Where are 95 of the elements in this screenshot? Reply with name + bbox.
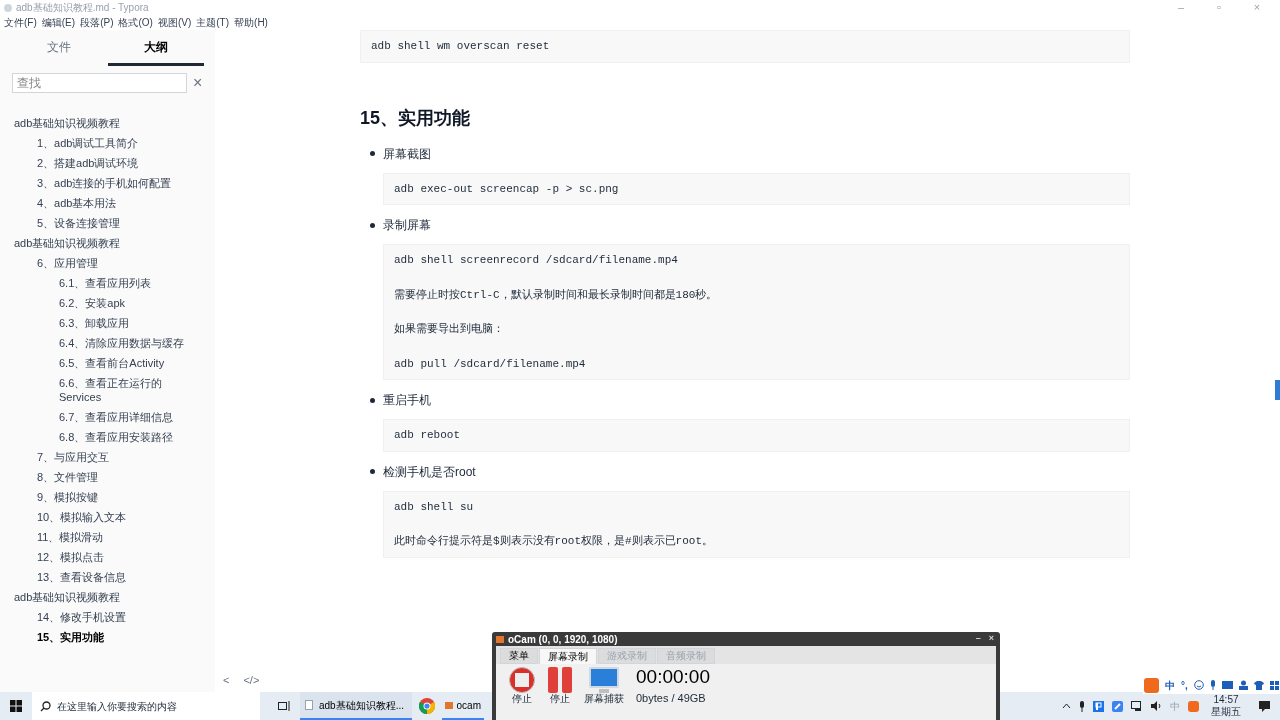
- code-line: 此时命令行提示符是$则表示没有root权限，是#则表示已root。: [394, 534, 714, 549]
- list-item: 屏幕截图: [383, 145, 431, 163]
- sidebar-tab[interactable]: 大纲: [107, 30, 204, 66]
- code-line: adb exec-out screencap -p > sc.png: [394, 181, 620, 197]
- chevron-up-icon[interactable]: [1062, 703, 1071, 709]
- outline-item[interactable]: 9、模拟按键: [0, 487, 215, 507]
- scrollbar-marker: [1275, 380, 1280, 400]
- clear-button[interactable]: ×: [193, 75, 203, 91]
- clock-time[interactable]: 14:57: [1213, 694, 1239, 706]
- microphone-icon[interactable]: [1079, 700, 1085, 712]
- sidebar-tab[interactable]: 文件: [11, 30, 108, 66]
- parking-app-icon[interactable]: [1093, 700, 1104, 712]
- code-line: 如果需要导出到电脑：: [394, 322, 505, 337]
- code-line: adb shell su: [394, 499, 475, 515]
- outline-item[interactable]: 6.4、清除应用数据与缓存: [0, 333, 215, 353]
- menu-item[interactable]: 主题(T): [196, 15, 230, 30]
- outline-item[interactable]: 8、文件管理: [0, 467, 215, 487]
- input-method-button[interactable]: °,: [1181, 677, 1188, 693]
- search-field[interactable]: 查找: [12, 73, 187, 93]
- window-title: oCam (0, 0, 1920, 1080): [508, 632, 618, 647]
- taskbar-app-label: ocam: [456, 698, 481, 713]
- taskbar-app[interactable]: ocam: [442, 692, 484, 720]
- outline-item[interactable]: 10、模拟输入文本: [0, 507, 215, 527]
- outline-item[interactable]: 6.1、查看应用列表: [0, 273, 215, 293]
- bullet-icon: [370, 397, 375, 403]
- outline-item[interactable]: 6、应用管理: [0, 253, 215, 273]
- menu-item[interactable]: 视图(V): [157, 15, 192, 30]
- grid-icon[interactable]: [1269, 680, 1279, 690]
- outline-item[interactable]: 15、实用功能: [0, 627, 215, 647]
- capture-button[interactable]: 屏幕捕获: [584, 667, 624, 706]
- outline-item[interactable]: adb基础知识视频教程: [0, 587, 215, 607]
- outline-item[interactable]: 6.6、查看正在运行的Services: [0, 373, 215, 407]
- code-line: adb shell screenrecord /sdcard/filename.mp4: [394, 253, 679, 268]
- outline-item[interactable]: 5、设备连接管理: [0, 213, 215, 233]
- list-item: 重启手机: [383, 392, 431, 409]
- input-method-button[interactable]: 中: [1165, 677, 1175, 693]
- smiley-icon[interactable]: [1193, 680, 1204, 690]
- pause-button[interactable]: 停止: [546, 667, 574, 706]
- outline-item[interactable]: adb基础知识视频教程: [0, 113, 215, 133]
- ocam-tab[interactable]: 菜单: [500, 648, 538, 664]
- menu-item[interactable]: 编辑(E): [41, 15, 76, 30]
- menu-item[interactable]: 段落(P): [80, 15, 114, 30]
- app-icon: [4, 3, 12, 12]
- code-line: 需要停止时按Ctrl-C，默认录制时间和最长录制时间都是180秒。: [394, 287, 719, 303]
- list-item: 检测手机是否root: [383, 463, 476, 481]
- outline-item[interactable]: 13、查看设备信息: [0, 567, 215, 587]
- outline-item[interactable]: 7、与应用交互: [0, 447, 215, 467]
- keyboard-icon[interactable]: [1221, 681, 1233, 689]
- taskbar-app[interactable]: adb基础知识教程...: [300, 692, 412, 720]
- outline-item[interactable]: 6.8、查看应用安装路径: [0, 427, 215, 447]
- notification-icon[interactable]: [1259, 700, 1270, 712]
- windows-icon[interactable]: [10, 700, 22, 712]
- close-button[interactable]: ×: [986, 632, 996, 646]
- outline-item[interactable]: 11、模拟滑动: [0, 527, 215, 547]
- outline-item[interactable]: 6.2、安装apk: [0, 293, 215, 313]
- bullet-icon: [370, 222, 375, 228]
- file-size-text: 0bytes / 49GB: [636, 691, 707, 706]
- menu-item[interactable]: 格式(O): [118, 15, 153, 30]
- outline-item[interactable]: 6.3、卸载应用: [0, 313, 215, 333]
- section-heading: 15、实用功能: [360, 106, 472, 130]
- speaker-icon[interactable]: [1151, 701, 1162, 711]
- menu-item[interactable]: 帮助(H): [234, 15, 268, 30]
- outline-item[interactable]: 12、模拟点击: [0, 547, 215, 567]
- ocam-tab[interactable]: 屏幕录制: [539, 648, 597, 664]
- code-line: adb shell wm overscan reset: [371, 39, 551, 54]
- shirt-icon[interactable]: [1253, 680, 1264, 690]
- collapse-button[interactable]: <: [223, 671, 230, 688]
- outline-item[interactable]: 3、adb连接的手机如何配置: [0, 173, 215, 193]
- minimize-button[interactable]: –: [973, 632, 983, 646]
- code-line: adb reboot: [394, 428, 461, 443]
- task-view-icon[interactable]: [278, 701, 290, 711]
- bullet-icon: [370, 469, 375, 474]
- outline-item[interactable]: adb基础知识视频教程: [0, 233, 215, 253]
- window-title: adb基础知识教程.md - Typora: [16, 1, 149, 15]
- clock-day[interactable]: 星期五: [1211, 706, 1241, 718]
- list-item: 录制屏幕: [383, 217, 431, 234]
- search-icon: [40, 700, 51, 712]
- chat-app-icon[interactable]: [1112, 700, 1123, 712]
- document-icon: [305, 700, 313, 710]
- menu-item[interactable]: 文件(F): [4, 15, 37, 30]
- outline-item[interactable]: 2、搭建adb调试环境: [0, 153, 215, 173]
- user-icon[interactable]: [1238, 680, 1248, 690]
- taskbar-app-label: adb基础知识教程...: [319, 698, 405, 713]
- outline-item[interactable]: 6.5、查看前台Activity: [0, 353, 215, 373]
- bullet-icon: [370, 151, 375, 156]
- network-icon[interactable]: [1131, 701, 1143, 711]
- outline-item[interactable]: 6.7、查看应用详细信息: [0, 407, 215, 427]
- source-code-button[interactable]: </>: [243, 671, 260, 688]
- recording-timer: 00:00:00: [636, 666, 710, 688]
- outline-item[interactable]: 14、修改手机设置: [0, 607, 215, 627]
- code-line: adb pull /sdcard/filename.mp4: [394, 356, 587, 372]
- outline-item[interactable]: 1、adb调试工具简介: [0, 133, 215, 153]
- outline-item[interactable]: 4、adb基本用法: [0, 193, 215, 213]
- browser-icon[interactable]: [419, 698, 435, 714]
- microphone-icon[interactable]: [1209, 680, 1216, 690]
